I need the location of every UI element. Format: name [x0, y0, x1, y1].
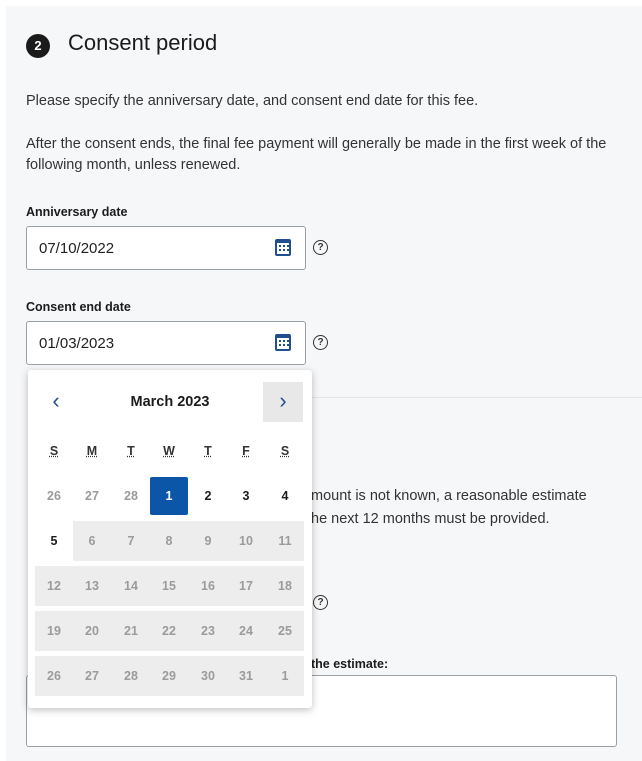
calendar-day-selected[interactable]: 1: [150, 477, 188, 515]
weekday-header: S: [280, 444, 290, 458]
section-title: Consent period: [68, 30, 218, 55]
calendar-day: 9: [204, 534, 212, 548]
calendar-day: 27: [85, 669, 99, 683]
calendar-day: 14: [124, 579, 138, 593]
calendar-day: 22: [162, 624, 176, 638]
weekday-header: W: [163, 444, 175, 458]
calendar-day: 25: [278, 624, 292, 638]
anniversary-date-field[interactable]: 07/10/2022: [26, 226, 306, 270]
calendar-day[interactable]: 5: [35, 522, 73, 560]
weekday-header: M: [86, 444, 98, 458]
calendar-day: 31: [239, 669, 253, 683]
obscured-text-line: mount is not known, a reasonable estimat…: [311, 488, 587, 504]
step-number-badge: 2: [26, 34, 50, 58]
weekday-header: S: [49, 444, 59, 458]
calendar-day: 12: [47, 579, 61, 593]
consent-end-date-label: Consent end date: [26, 300, 131, 314]
previous-month-button[interactable]: ‹: [36, 382, 76, 422]
calendar-day[interactable]: 2: [189, 477, 227, 515]
calendar-day: 20: [85, 624, 99, 638]
calendar-day: 19: [47, 624, 61, 638]
consent-end-date-value: 01/03/2023: [39, 335, 115, 352]
weekday-header: T: [127, 444, 135, 458]
estimate-label: the estimate:: [311, 657, 389, 671]
weekday-header: F: [242, 444, 250, 458]
calendar-day: 24: [239, 624, 253, 638]
calendar-day: 26: [47, 669, 61, 683]
weekday-header: T: [204, 444, 212, 458]
help-icon[interactable]: ?: [313, 595, 328, 610]
calendar-day[interactable]: 4: [266, 477, 304, 515]
help-icon[interactable]: ?: [313, 335, 328, 350]
calendar-day[interactable]: 3: [227, 477, 265, 515]
obscured-text-line: he next 12 months must be provided.: [311, 511, 550, 527]
calendar-day: 15: [162, 579, 176, 593]
calendar-day: 23: [201, 624, 215, 638]
calendar-day: 26: [47, 489, 61, 503]
calendar-day: 29: [162, 669, 176, 683]
calendar-day: 30: [201, 669, 215, 683]
consent-end-date-field[interactable]: 01/03/2023: [26, 321, 306, 365]
calendar-day: 10: [239, 534, 253, 548]
section-divider: [310, 397, 642, 398]
calendar-day: 13: [85, 579, 99, 593]
date-picker-popup: ‹ March 2023 › S M T W T F S 26 27 28 1 2 3 4 5 6 7 8 9 10 1…: [28, 370, 312, 708]
calendar-day: 16: [201, 579, 215, 593]
intro-text: Please specify the anniversary date, and…: [26, 93, 479, 109]
calendar-icon[interactable]: [275, 334, 291, 351]
calendar-day: 17: [239, 579, 253, 593]
calendar-day: 8: [165, 534, 173, 548]
calendar-icon[interactable]: [275, 239, 291, 256]
anniversary-date-label: Anniversary date: [26, 205, 128, 219]
calendar-day: 6: [88, 534, 96, 548]
calendar-day: 7: [127, 534, 135, 548]
calendar-day: 11: [278, 534, 292, 548]
calendar-day: 18: [278, 579, 292, 593]
calendar-day: 21: [124, 624, 138, 638]
calendar-month-title: March 2023: [130, 394, 210, 410]
anniversary-date-value: 07/10/2022: [39, 240, 115, 257]
note-text: After the consent ends, the final fee pa…: [26, 136, 607, 173]
next-month-button[interactable]: ›: [263, 382, 303, 422]
calendar-day: 27: [85, 489, 99, 503]
calendar-day: 28: [124, 669, 138, 683]
help-icon[interactable]: ?: [313, 240, 328, 255]
calendar-day: 1: [281, 669, 289, 683]
calendar-day: 28: [124, 489, 138, 503]
